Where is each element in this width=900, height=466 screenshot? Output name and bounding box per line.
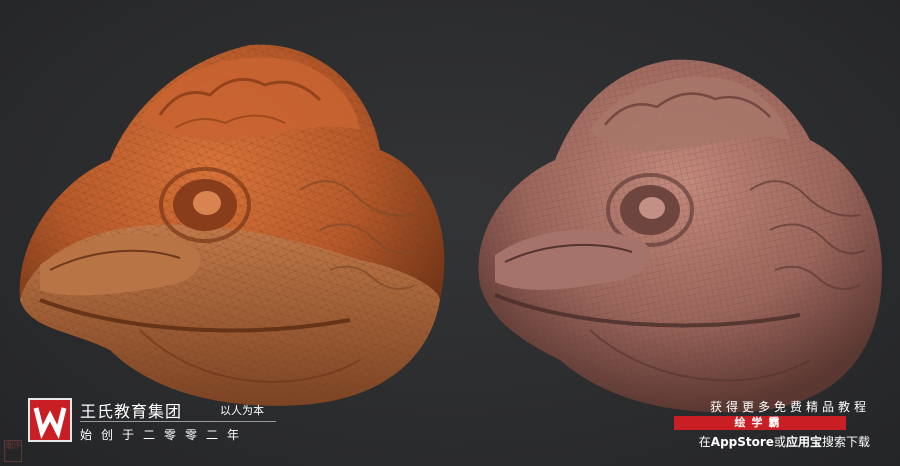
store-yingyongbao: 应用宝 bbox=[785, 435, 822, 449]
divider-line bbox=[80, 421, 276, 422]
left-sculpt[interactable] bbox=[19, 44, 445, 406]
store-prefix: 在 bbox=[698, 435, 711, 449]
seal-stamp: 潮汐 bbox=[4, 440, 22, 462]
brand-left: 王氏教育集团 以人为本 始创于二零零二年 bbox=[28, 398, 288, 458]
store-instructions: 在AppStore或应用宝搜索下载 bbox=[699, 433, 870, 450]
3d-viewport[interactable] bbox=[0, 0, 900, 466]
brand-right: 获得更多免费精品教程 绘学霸 在AppStore或应用宝搜索下载 bbox=[650, 398, 890, 458]
model-renders bbox=[19, 44, 882, 413]
founded-text: 始创于二零零二年 bbox=[80, 428, 249, 442]
promo-text: 获得更多免费精品教程 bbox=[709, 400, 870, 414]
brand-name: 王氏教育集团 bbox=[80, 402, 183, 421]
store-or: 或 bbox=[773, 435, 786, 449]
store-suffix: 搜索下载 bbox=[821, 435, 870, 449]
w-logo-icon bbox=[28, 398, 72, 442]
right-sculpt[interactable] bbox=[478, 59, 882, 413]
app-name-banner[interactable]: 绘学霸 bbox=[674, 416, 846, 430]
store-appstore: AppStore bbox=[710, 435, 774, 449]
brand-tagline: 以人为本 bbox=[220, 404, 264, 417]
